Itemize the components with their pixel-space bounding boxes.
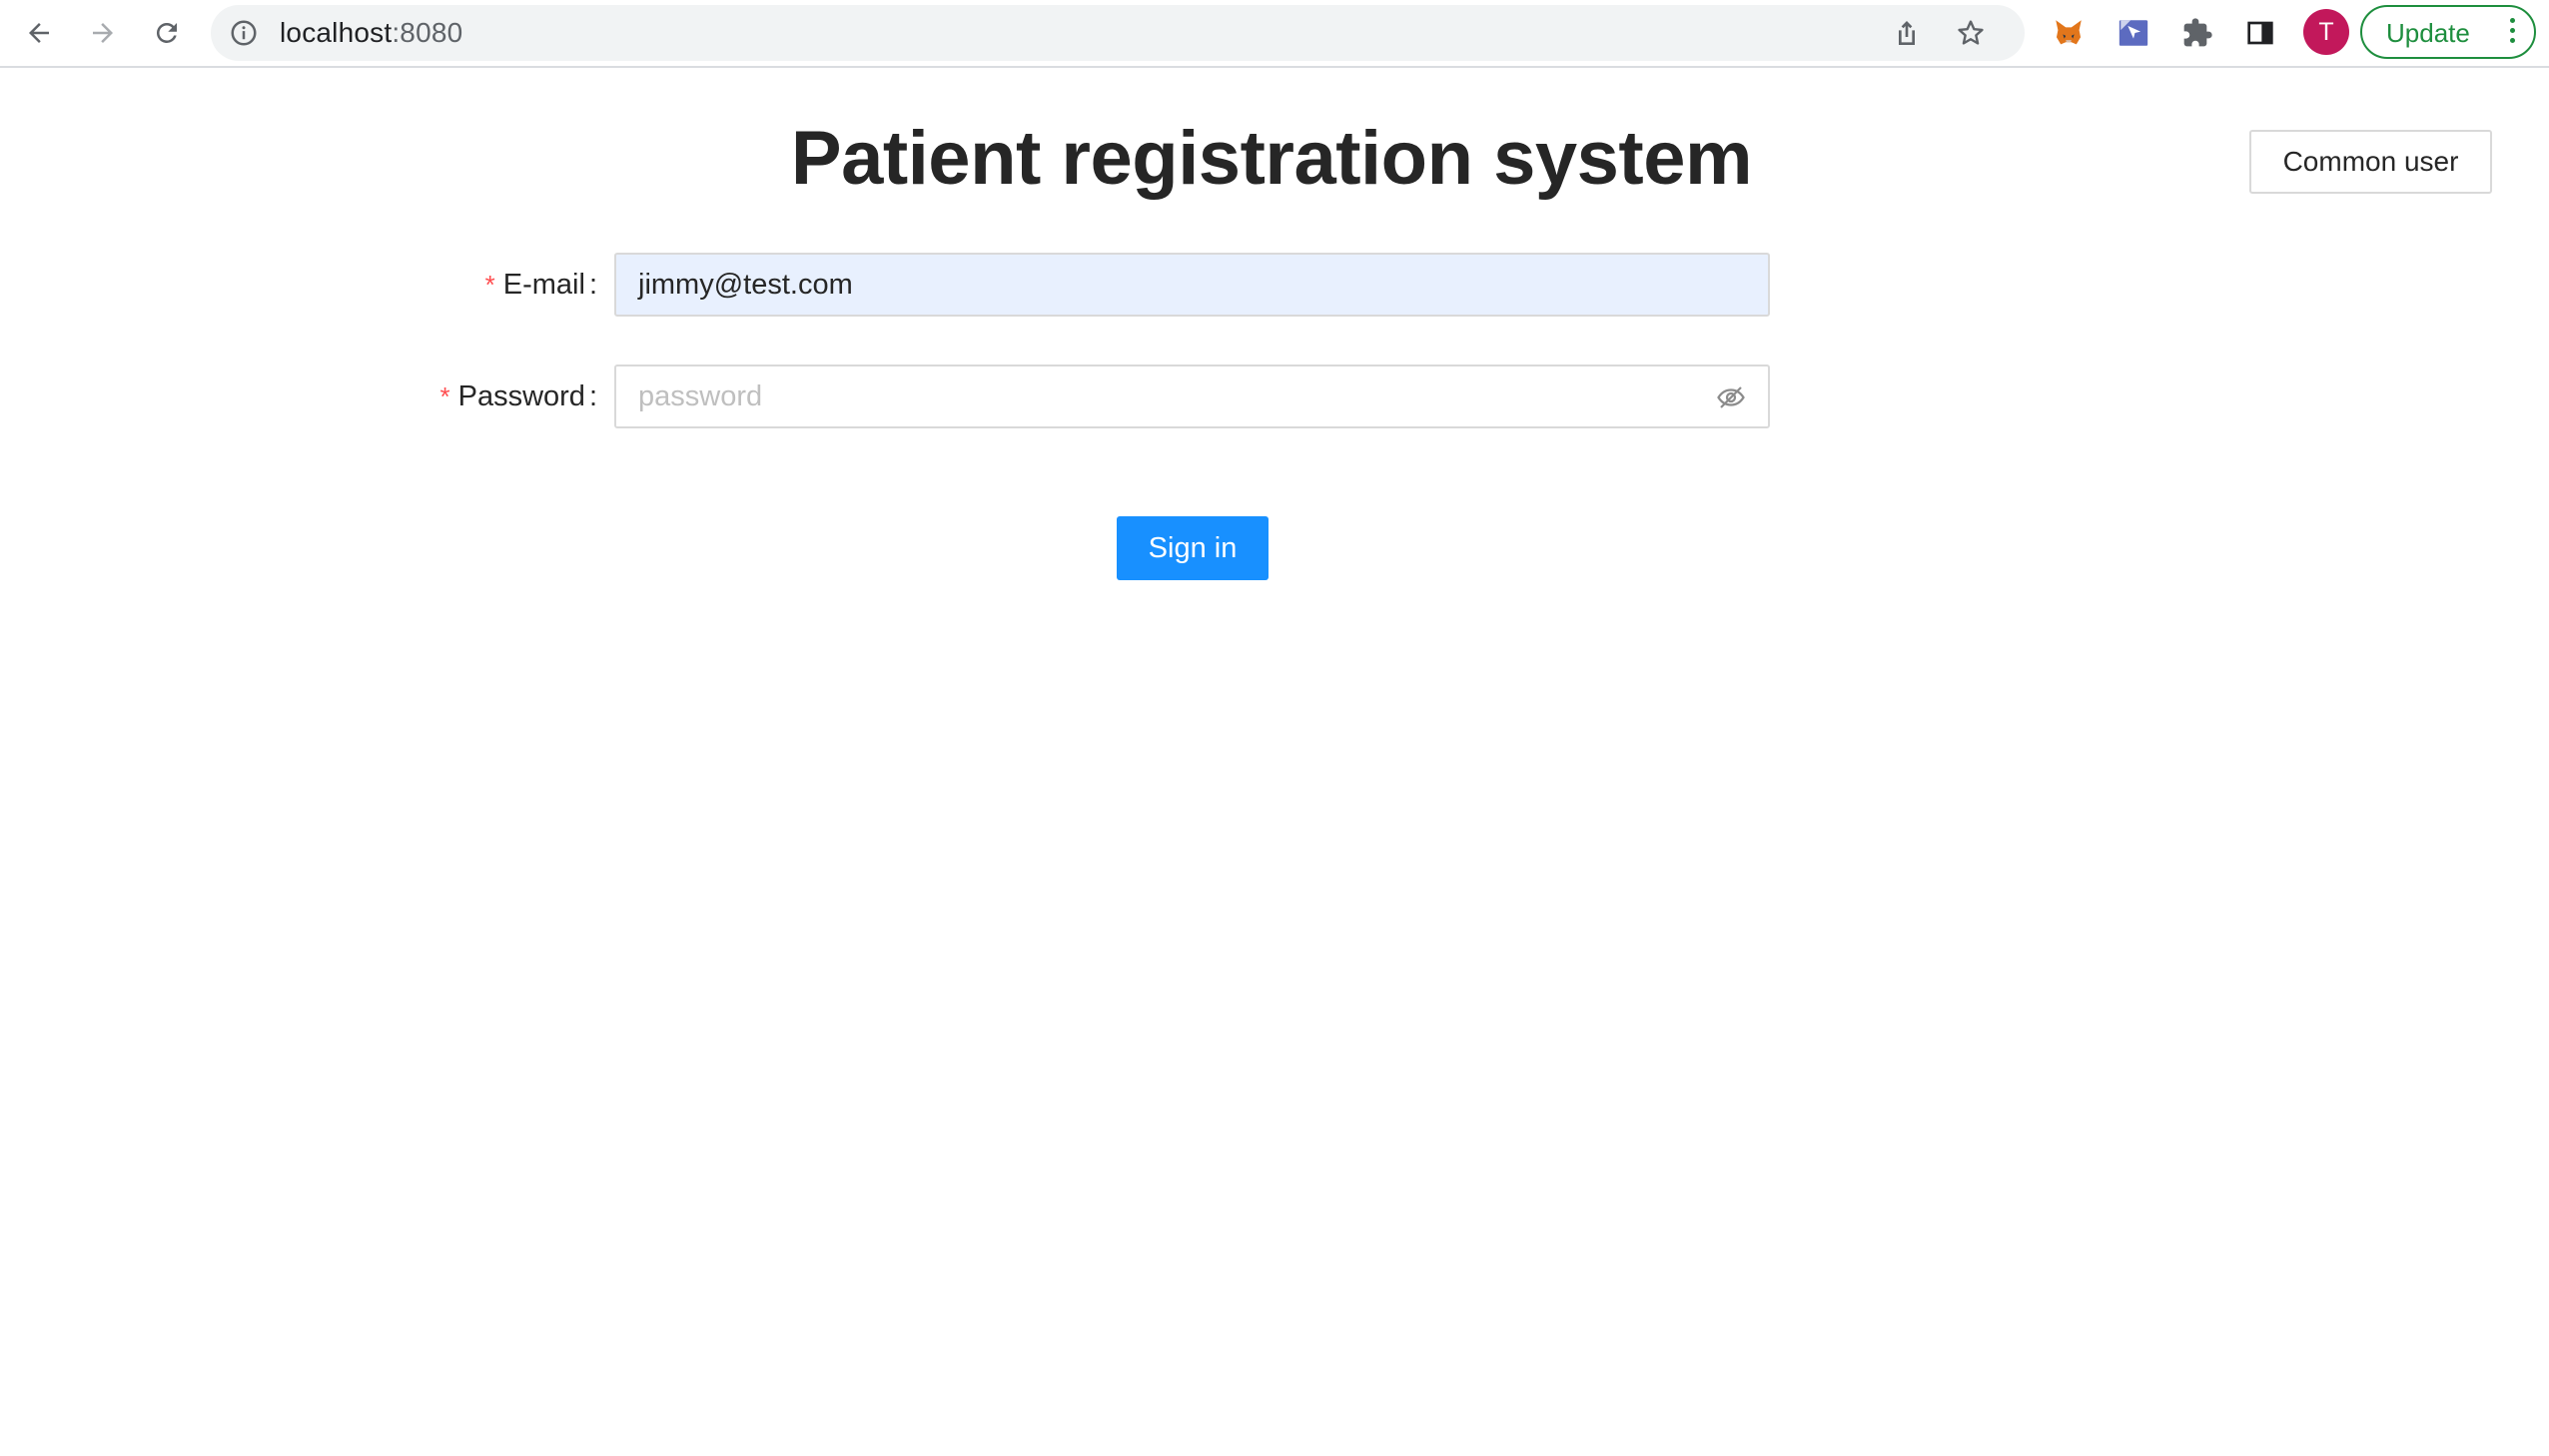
puzzle-icon[interactable] bbox=[2178, 14, 2216, 52]
info-icon[interactable] bbox=[229, 18, 259, 48]
reload-button[interactable] bbox=[144, 10, 190, 56]
back-arrow-icon bbox=[29, 23, 49, 43]
password-placeholder: password bbox=[638, 380, 763, 412]
url-host: localhost bbox=[280, 17, 393, 48]
share-icon[interactable] bbox=[1891, 17, 1923, 49]
email-field[interactable]: jimmy@test.com bbox=[614, 253, 1770, 317]
cursor-extension-icon[interactable] bbox=[2115, 14, 2152, 52]
password-field[interactable]: password bbox=[614, 364, 1770, 428]
common-user-button[interactable]: Common user bbox=[2249, 130, 2492, 194]
kebab-menu-icon bbox=[2510, 18, 2516, 46]
url-text[interactable]: localhost:8080 bbox=[280, 5, 462, 61]
profile-avatar[interactable]: T bbox=[2303, 9, 2349, 55]
email-label-text: E-mail bbox=[502, 269, 585, 301]
address-bar[interactable]: localhost:8080 bbox=[211, 5, 2025, 61]
page-title: Patient registration system bbox=[790, 116, 1753, 201]
email-label: * E-mail: bbox=[484, 269, 597, 301]
required-mark: * bbox=[484, 270, 495, 300]
fox-extension-icon[interactable] bbox=[2050, 14, 2088, 52]
required-mark: * bbox=[439, 381, 450, 411]
eye-invisible-icon[interactable] bbox=[1716, 382, 1746, 412]
sign-in-button[interactable]: Sign in bbox=[1117, 516, 1269, 580]
update-button[interactable]: Update bbox=[2360, 5, 2536, 59]
back-button[interactable] bbox=[16, 10, 62, 56]
update-label: Update bbox=[2386, 18, 2470, 48]
url-port: :8080 bbox=[392, 17, 463, 48]
browser-toolbar: localhost:8080 T Update bbox=[0, 0, 2549, 68]
forward-arrow-icon bbox=[93, 23, 113, 43]
password-label: * Password: bbox=[439, 380, 597, 412]
forward-button[interactable] bbox=[80, 10, 126, 56]
star-icon[interactable] bbox=[1955, 17, 1987, 49]
password-label-text: Password bbox=[457, 380, 585, 412]
side-panel-icon[interactable] bbox=[2241, 14, 2279, 52]
reload-icon bbox=[156, 22, 177, 43]
